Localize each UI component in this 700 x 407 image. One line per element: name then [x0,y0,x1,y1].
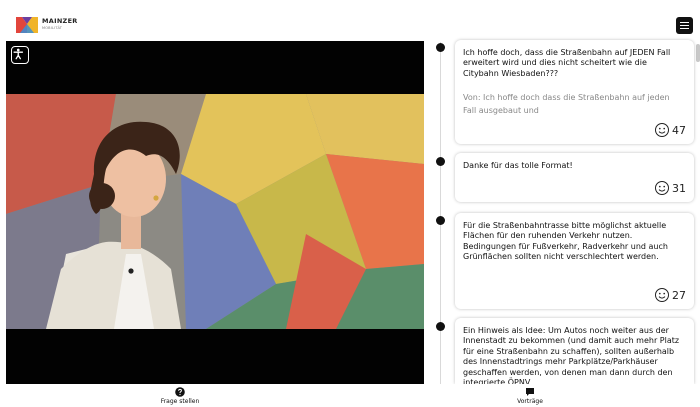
timeline-dot [436,216,445,225]
like-count: 47 [672,123,686,137]
like-counter[interactable]: 27 [654,287,686,303]
like-count: 31 [672,181,686,195]
like-count: 27 [672,288,686,302]
question-card[interactable]: Danke für das tolle Format! 31 [455,153,694,202]
like-counter[interactable]: 31 [654,180,686,196]
video-frame [6,94,424,329]
tab-talks[interactable]: Vorträge [490,384,570,407]
timeline-dot [436,157,445,166]
bottom-navigation: Frage stellen Vorträge [0,384,700,407]
video-player[interactable] [6,41,424,384]
video-frame-image [6,94,424,329]
question-card[interactable]: Ein Hinweis als Idee: Um Autos noch weit… [455,318,694,384]
logo-subtitle: MOBILITÄT [42,26,63,30]
accessibility-icon[interactable] [11,46,29,64]
question-card[interactable]: Für die Straßenbahntrasse bitte möglichs… [455,213,694,309]
mainz-m-logo-icon [16,17,38,33]
app-header: MAINZER MOBILITÄT [0,0,700,42]
question-text: Ich hoffe doch, dass die Straßenbahn auf… [463,48,671,78]
tab-talks-label: Vorträge [517,398,543,405]
feed-scrollbar[interactable] [696,44,700,62]
logo-text: MAINZER MOBILITÄT [42,18,78,32]
like-counter[interactable]: 47 [654,122,686,138]
question-text: Danke für das tolle Format! [463,161,573,170]
logo-title: MAINZER [42,17,78,25]
question-text: Für die Straßenbahntrasse bitte möglichs… [463,221,668,262]
timeline-dot [436,43,445,52]
chat-bubble-icon [526,388,534,396]
smiley-icon [655,123,669,137]
question-quote: Von: Ich hoffe doch dass die Straßenbahn… [463,93,670,116]
smiley-icon [655,181,669,195]
hamburger-menu-icon[interactable] [676,17,693,34]
timeline-dot [436,322,445,331]
tab-ask-question[interactable]: Frage stellen [140,384,220,407]
question-text: Ein Hinweis als Idee: Um Autos noch weit… [463,326,680,384]
question-icon [175,387,185,397]
tab-ask-question-label: Frage stellen [160,398,200,405]
logo[interactable]: MAINZER MOBILITÄT [16,17,78,33]
smiley-icon [655,288,669,302]
question-card[interactable]: Ich hoffe doch, dass die Straßenbahn auf… [455,40,694,144]
timeline-line [440,42,441,384]
